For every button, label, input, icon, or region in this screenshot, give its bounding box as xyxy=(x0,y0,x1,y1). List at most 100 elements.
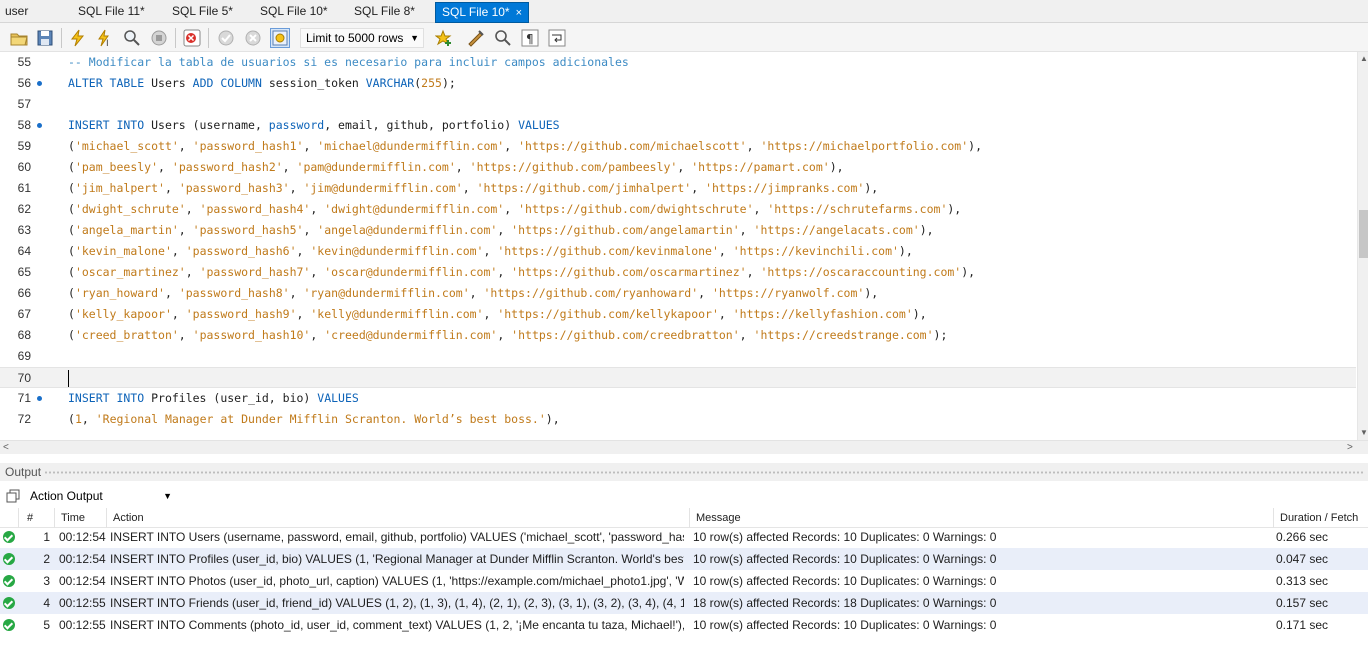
code-line[interactable]: 58 INSERT INTO Users (username, password,… xyxy=(0,115,1356,136)
code-token: ( xyxy=(68,244,75,258)
code-token: , xyxy=(469,286,484,300)
tab-user[interactable]: user xyxy=(5,2,28,23)
beautify-icon[interactable] xyxy=(466,28,486,48)
cell-number: 3 xyxy=(43,574,50,588)
invisible-chars-icon[interactable]: ¶ xyxy=(520,28,540,48)
stop-icon[interactable] xyxy=(149,28,169,48)
code-token: ADD COLUMN xyxy=(192,76,269,90)
code-text: ('jim_halpert', 'password_hash3', 'jim@d… xyxy=(68,178,878,199)
code-token: , xyxy=(282,160,297,174)
code-line[interactable]: 72 (1, 'Regional Manager at Dunder Miffli… xyxy=(0,409,1356,430)
code-token: ), xyxy=(864,181,879,195)
col-header-message[interactable]: Message xyxy=(689,508,1273,528)
output-row[interactable]: 5 00:12:55 INSERT INTO Comments (photo_id,… xyxy=(0,614,1368,636)
sql-editor-toolbar: I Limit to 5000 rows ▼ ¶ xyxy=(0,23,1368,52)
code-token: ), xyxy=(829,160,844,174)
explain-icon[interactable] xyxy=(122,28,142,48)
code-token: ( xyxy=(68,412,75,426)
code-token: 'https://pamart.com' xyxy=(691,160,830,174)
code-line[interactable]: 68 ('creed_bratton', 'password_hash10', '… xyxy=(0,325,1356,346)
code-line[interactable]: 71 INSERT INTO Profiles (user_id, bio) VA… xyxy=(0,388,1356,409)
code-token: , xyxy=(81,412,96,426)
code-line[interactable]: 55 -- Modificar la tabla de usuarios si e… xyxy=(0,52,1356,73)
scroll-right-icon[interactable]: > xyxy=(1347,442,1353,453)
code-line[interactable]: 67 ('kelly_kapoor', 'password_hash9', 'ke… xyxy=(0,304,1356,325)
scroll-up-icon[interactable]: ▲ xyxy=(1360,54,1368,63)
code-token: , email, github, portfolio) xyxy=(324,118,519,132)
scrollbar-thumb[interactable] xyxy=(1359,210,1368,258)
save-icon[interactable] xyxy=(35,28,55,48)
code-line[interactable]: 69 xyxy=(0,346,1356,367)
code-token: , xyxy=(289,286,304,300)
code-token: 'https://github.com/kevinmalone' xyxy=(497,244,719,258)
code-line[interactable]: 70 xyxy=(0,367,1356,388)
editor-horizontal-scrollbar[interactable]: < > xyxy=(0,440,1368,454)
tab-sql-file-8[interactable]: SQL File 8* xyxy=(354,2,415,23)
code-token: -- Modificar la tabla de usuarios si es … xyxy=(68,55,629,69)
success-check-icon xyxy=(3,575,15,587)
tab-sql-file-10[interactable]: SQL File 10* xyxy=(260,2,328,23)
code-text: ('oscar_martinez', 'password_hash7', 'os… xyxy=(68,262,975,283)
close-tab-icon[interactable]: × xyxy=(516,4,522,23)
cell-number: 5 xyxy=(43,618,50,632)
code-token: 'https://github.com/oscarmartinez' xyxy=(511,265,747,279)
limit-rows-select[interactable]: Limit to 5000 rows ▼ xyxy=(300,28,424,48)
code-token: 'https://michaelportfolio.com' xyxy=(760,139,969,153)
code-text: ALTER TABLE Users ADD COLUMN session_tok… xyxy=(68,73,456,94)
code-token: 'kevin_malone' xyxy=(74,244,172,258)
tab-sql-file-11[interactable]: SQL File 11* xyxy=(78,2,145,23)
success-check-icon xyxy=(3,553,15,565)
rollback-icon[interactable] xyxy=(243,28,263,48)
cell-time: 00:12:54 xyxy=(59,552,106,566)
col-header-duration[interactable]: Duration / Fetch xyxy=(1273,508,1368,528)
code-token: INSERT INTO xyxy=(68,118,152,132)
scroll-left-icon[interactable]: < xyxy=(3,442,9,453)
code-token: password xyxy=(268,118,325,132)
autocommit-icon[interactable] xyxy=(270,28,290,48)
code-line[interactable]: 61 ('jim_halpert', 'password_hash3', 'jim… xyxy=(0,178,1356,199)
col-header-action[interactable]: Action xyxy=(106,508,689,528)
code-token: 'ryan@dundermifflin.com' xyxy=(303,286,470,300)
panel-resize-grip[interactable] xyxy=(44,471,1364,474)
code-line[interactable]: 62 ('dwight_schrute', 'password_hash4', '… xyxy=(0,199,1356,220)
code-token: 'pam@dundermifflin.com' xyxy=(296,160,456,174)
code-line[interactable]: 56 ALTER TABLE Users ADD COLUMN session_t… xyxy=(0,73,1356,94)
tab-sql-file-5[interactable]: SQL File 5* xyxy=(172,2,233,23)
code-line[interactable]: 66 ('ryan_howard', 'password_hash8', 'rya… xyxy=(0,283,1356,304)
toggle-error-icon[interactable] xyxy=(182,28,202,48)
output-row[interactable]: 2 00:12:54 INSERT INTO Profiles (user_id, … xyxy=(0,548,1368,570)
code-line[interactable]: 65 ('oscar_martinez', 'password_hash7', '… xyxy=(0,262,1356,283)
code-token: ), xyxy=(961,265,976,279)
output-row[interactable]: 1 00:12:54 INSERT INTO Users (username, pa… xyxy=(0,526,1368,548)
output-row[interactable]: 4 00:12:55 INSERT INTO Friends (user_id, f… xyxy=(0,592,1368,614)
code-token: 'creed@dundermifflin.com' xyxy=(324,328,498,342)
code-line[interactable]: 57 xyxy=(0,94,1356,115)
open-folder-icon[interactable] xyxy=(9,28,29,48)
editor-vertical-scrollbar[interactable]: ▲ ▼ xyxy=(1357,52,1368,440)
word-wrap-icon[interactable] xyxy=(547,28,567,48)
code-token: 'https://oscaraccounting.com' xyxy=(760,265,962,279)
code-token: 'https://ryanwolf.com' xyxy=(711,286,865,300)
code-line[interactable]: 63 ('angela_martin', 'password_hash5', 'a… xyxy=(0,220,1356,241)
code-line[interactable]: 64 ('kevin_malone', 'password_hash6', 'ke… xyxy=(0,241,1356,262)
sql-editor[interactable]: 55 -- Modificar la tabla de usuarios si e… xyxy=(0,52,1368,440)
code-line[interactable]: 59 ('michael_scott', 'password_hash1', 'm… xyxy=(0,136,1356,157)
output-type-select[interactable]: Action Output ▼ xyxy=(26,487,176,506)
code-token: 'https://github.com/michaelscott' xyxy=(518,139,747,153)
code-token: , xyxy=(185,265,200,279)
execute-icon[interactable] xyxy=(67,28,87,48)
scroll-down-icon[interactable]: ▼ xyxy=(1360,428,1368,437)
col-header-number[interactable]: # xyxy=(18,508,54,528)
execute-current-icon[interactable]: I xyxy=(95,28,115,48)
col-header-time[interactable]: Time xyxy=(54,508,106,528)
copy-icon[interactable] xyxy=(6,489,20,503)
find-icon[interactable] xyxy=(493,28,513,48)
code-text: (1, 'Regional Manager at Dunder Mifflin … xyxy=(68,409,560,430)
output-row[interactable]: 3 00:12:54 INSERT INTO Photos (user_id, ph… xyxy=(0,570,1368,592)
commit-icon[interactable] xyxy=(216,28,236,48)
add-snippet-icon[interactable] xyxy=(434,28,454,48)
code-token: , xyxy=(296,307,311,321)
tab-sql-file-10-active[interactable]: SQL File 10* × xyxy=(435,2,530,23)
code-token: ( xyxy=(68,307,75,321)
code-line[interactable]: 60 ('pam_beesly', 'password_hash2', 'pam@… xyxy=(0,157,1356,178)
